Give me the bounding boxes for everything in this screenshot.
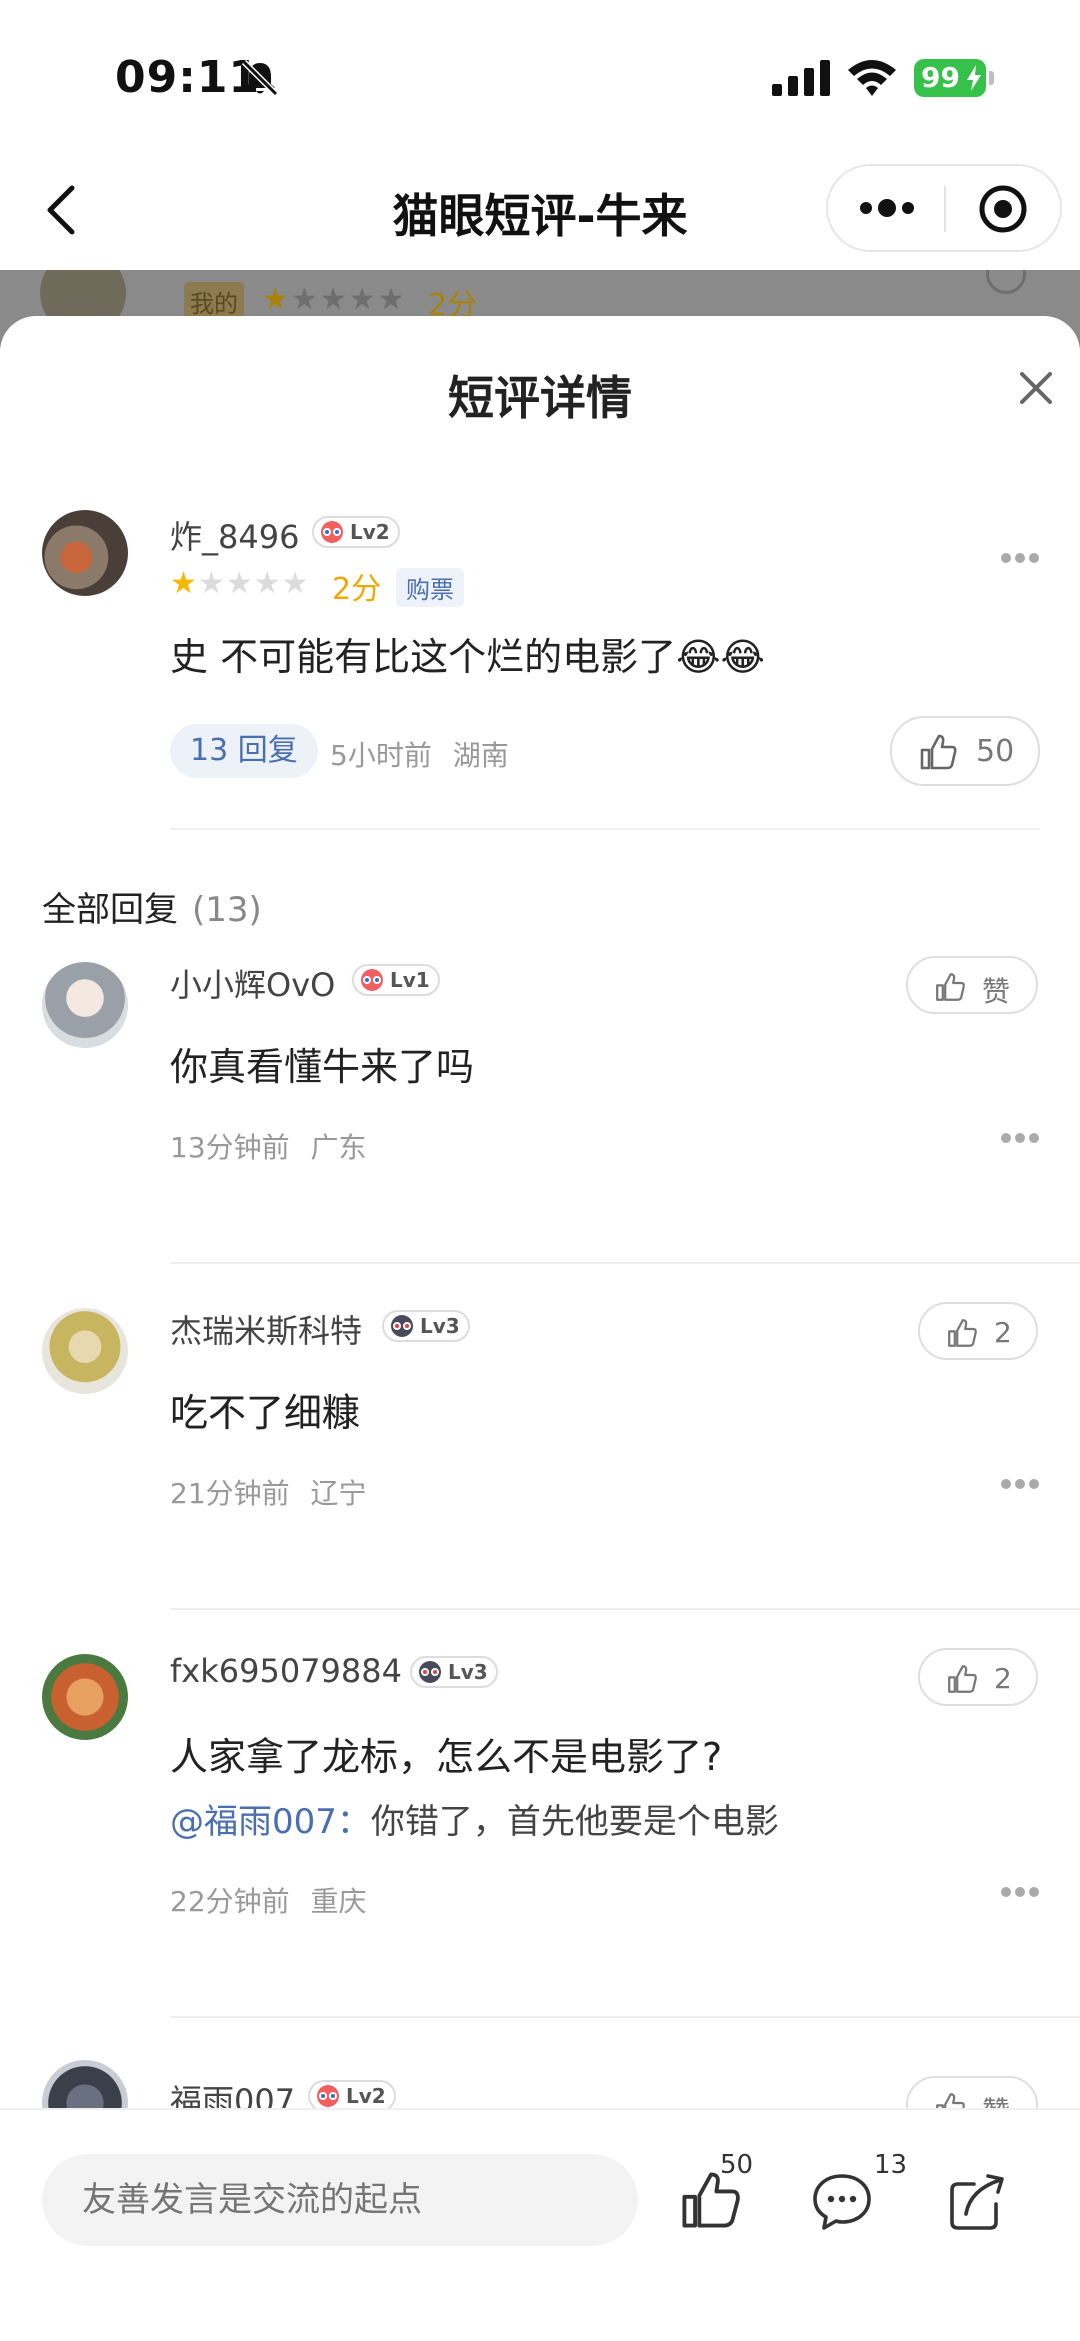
location: 广东 (310, 1131, 367, 1164)
sheet-title: 短评详情 (448, 371, 632, 425)
reply-meta: 21分钟前 辽宁 (170, 1472, 367, 1512)
review-content: 史 不可能有比这个烂的电影了😂😂 (170, 635, 765, 679)
comment-input[interactable] (42, 2154, 638, 2246)
miniapp-capsule (826, 164, 1062, 252)
like-button[interactable]: 赞 (906, 956, 1038, 1014)
like-button[interactable]: 50 (890, 716, 1040, 786)
like-label: 赞 (982, 975, 1011, 1008)
level-text: Lv3 (448, 1660, 488, 1684)
username[interactable]: 杰瑞米斯科特 (170, 1306, 362, 1352)
status-time: 09:11 (115, 52, 261, 103)
mention-separator: ： (336, 1802, 371, 1842)
star-rating: ★★★★★ (170, 566, 310, 601)
level-text: Lv2 (350, 520, 390, 544)
level-badge: Lv3 (382, 1310, 470, 1342)
more-options-icon[interactable] (1000, 1478, 1040, 1490)
more-options-icon[interactable] (1000, 1886, 1040, 1898)
level-badge: Lv3 (410, 1656, 498, 1688)
more-options-icon[interactable] (1000, 552, 1040, 564)
divider (170, 2016, 1080, 2018)
mention-user[interactable]: @福雨007 (170, 1802, 337, 1842)
timestamp: 21分钟前 (170, 1477, 290, 1510)
level-mascot-icon (391, 1315, 413, 1337)
thumbs-up-icon (936, 973, 965, 1001)
close-icon[interactable] (1018, 370, 1054, 406)
reply-total: (13) (192, 890, 262, 930)
purchase-tag: 购票 (396, 568, 464, 607)
location: 辽宁 (310, 1477, 367, 1510)
comment-icon[interactable] (810, 2170, 874, 2234)
reply-content: 人家拿了龙标，怎么不是电影了? (170, 1735, 723, 1779)
level-mascot-icon (361, 969, 383, 991)
options-icon (986, 270, 1026, 294)
comment-count: 13 (874, 2150, 908, 2180)
wifi-icon (848, 60, 896, 96)
thumbs-up-icon (920, 734, 957, 770)
avatar[interactable] (42, 510, 128, 596)
review-meta: 5小时前 湖南 (330, 734, 509, 774)
avatar[interactable] (42, 1654, 128, 1740)
level-text: Lv1 (390, 968, 430, 992)
level-text: Lv3 (420, 1314, 460, 1338)
reply-count-button[interactable]: 13 回复 (170, 724, 318, 778)
like-count: 50 (720, 2150, 754, 2180)
more-menu-icon[interactable] (858, 196, 916, 220)
level-badge: Lv2 (312, 516, 400, 548)
reply-content: 你真看懂牛来了吗 (170, 1045, 475, 1089)
bell-muted-icon (241, 59, 279, 97)
timestamp: 13分钟前 (170, 1131, 290, 1164)
score: 2分 (332, 572, 382, 607)
username[interactable]: 小小辉OvO (170, 960, 335, 1006)
mention-text: 你错了，首先他要是个电影 (370, 1802, 779, 1842)
bottom-action-bar: 50 13 (0, 2108, 1080, 2341)
status-bar: 09:11 99 (0, 0, 1080, 150)
divider (170, 1262, 1080, 1264)
like-count: 50 (976, 734, 1015, 769)
review-detail-sheet: 短评详情 炸_8496 Lv2 ★★★★★ 2分 购票 史 不可能有比这个烂的电… (0, 316, 1080, 2341)
more-options-icon[interactable] (1000, 1132, 1040, 1144)
battery-indicator: 99 (914, 59, 986, 97)
charging-bolt-icon (967, 65, 981, 91)
timestamp: 5小时前 (330, 739, 432, 772)
nav-bar: 猫眼短评-牛来 (0, 150, 1080, 270)
like-button[interactable]: 2 (918, 1648, 1038, 1706)
username[interactable]: fxk695079884 (170, 1652, 402, 1690)
timestamp: 22分钟前 (170, 1885, 290, 1918)
level-mascot-icon (321, 521, 343, 543)
level-mascot-icon (317, 2085, 339, 2107)
capsule-divider (944, 186, 946, 232)
avatar[interactable] (42, 962, 128, 1048)
username[interactable]: 炸_8496 (170, 512, 299, 558)
reply-meta: 22分钟前 重庆 (170, 1880, 367, 1920)
like-count: 2 (994, 1316, 1012, 1349)
section-title-text: 全部回复 (42, 890, 178, 930)
divider (170, 1608, 1080, 1610)
reply-meta: 13分钟前 广东 (170, 1126, 367, 1166)
thumbs-up-icon (948, 1319, 977, 1347)
thumbs-up-icon (948, 1665, 977, 1693)
reply-content: 吃不了细糠 (170, 1391, 361, 1435)
like-count: 2 (994, 1662, 1012, 1695)
section-title: 全部回复 (13) (42, 882, 262, 931)
avatar[interactable] (42, 1308, 128, 1394)
star-rating: ★★★★★ (262, 282, 407, 317)
level-mascot-icon (419, 1661, 441, 1683)
divider (170, 828, 1040, 830)
share-icon[interactable] (946, 2170, 1010, 2234)
close-miniapp-icon[interactable] (978, 184, 1028, 234)
location: 湖南 (452, 739, 509, 772)
battery-tip (989, 71, 994, 85)
like-button[interactable]: 2 (918, 1302, 1038, 1360)
level-badge: Lv1 (352, 964, 440, 996)
quoted-reply: @福雨007：你错了，首先他要是个电影 (170, 1794, 779, 1843)
level-text: Lv2 (346, 2084, 386, 2108)
cell-signal-icon (772, 60, 830, 96)
battery-level: 99 (921, 61, 960, 94)
location: 重庆 (310, 1885, 367, 1918)
